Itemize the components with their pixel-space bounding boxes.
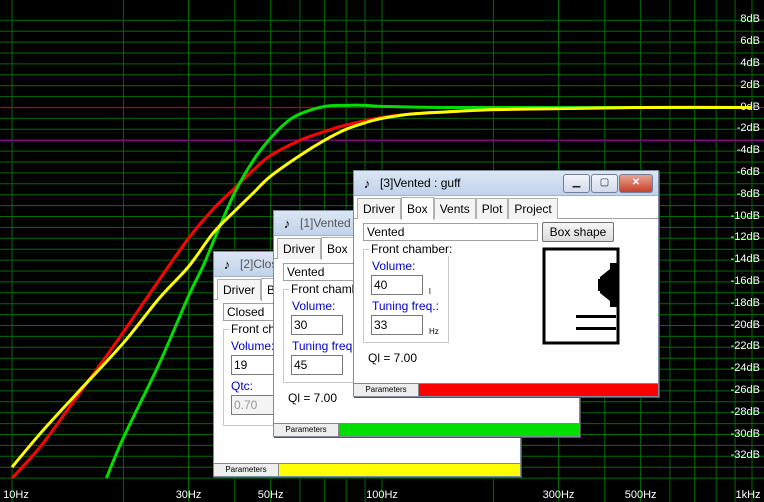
y-tick-label: -28dB: [730, 405, 760, 418]
window-title: [2]Clos: [240, 257, 278, 271]
y-tick-label: -10dB: [730, 209, 760, 222]
y-tick-label: -20dB: [730, 318, 760, 331]
tab-project[interactable]: Project: [508, 198, 558, 219]
tab-vents[interactable]: Vents: [433, 198, 476, 219]
tab-bar: Driver Box Vents Plot Project: [354, 196, 658, 220]
front-chamber-label: Front chamber:: [369, 242, 455, 256]
y-tick-label: -18dB: [730, 296, 760, 309]
y-tick-label: 8dB: [740, 13, 760, 26]
tuning-freq-input[interactable]: 33: [371, 315, 423, 335]
y-tick-label: 6dB: [740, 35, 760, 48]
x-tick-label: 100Hz: [366, 489, 398, 501]
tab-driver[interactable]: Driver: [217, 279, 261, 300]
volume-unit: l: [429, 287, 431, 296]
qtc-label: Qtc:: [231, 379, 254, 393]
volume-label: Volume:: [292, 299, 336, 313]
ql-value: Ql = 7.00: [288, 391, 338, 405]
y-tick-label: -32dB: [730, 449, 760, 462]
tab-driver[interactable]: Driver: [277, 238, 321, 259]
speaker-icon: ♪: [283, 215, 291, 231]
tuning-freq-input[interactable]: 45: [291, 355, 343, 375]
title-bar[interactable]: ♪ [3]Vented : guff ▁ ▢ ✕: [354, 171, 658, 196]
volume-label: Volume:: [231, 339, 275, 353]
y-tick-label: 2dB: [740, 78, 760, 91]
y-tick-label: -30dB: [730, 427, 760, 440]
status-bar: Parameters: [214, 463, 520, 476]
box-shape-button[interactable]: Box shape: [542, 222, 614, 242]
y-tick-label: -22dB: [730, 340, 760, 353]
window-title: [3]Vented : guff: [380, 176, 461, 190]
y-tick-label: -8dB: [736, 187, 760, 200]
tuning-freq-label: Tuning freq.:: [372, 299, 439, 313]
x-tick-label: 50Hz: [257, 489, 284, 501]
parameters-tab[interactable]: Parameters: [274, 424, 339, 436]
y-tick-label: -16dB: [730, 274, 760, 287]
y-tick-label: 4dB: [740, 56, 760, 69]
maximize-button[interactable]: ▢: [591, 173, 618, 193]
tab-driver[interactable]: Driver: [357, 198, 401, 219]
ql-value: Ql = 7.00: [368, 351, 418, 365]
minimize-button[interactable]: ▁: [563, 173, 590, 193]
volume-label: Volume:: [372, 259, 416, 273]
volume-input[interactable]: 19: [231, 355, 275, 375]
tuning-freq-label: Tuning freq.:: [292, 339, 359, 353]
y-tick-label: -26dB: [730, 383, 760, 396]
status-bar: Parameters: [354, 383, 658, 396]
y-tick-label: -24dB: [730, 362, 760, 375]
x-tick-label: 300Hz: [542, 489, 575, 501]
volume-input[interactable]: 30: [291, 315, 343, 335]
box-type-field[interactable]: Vented: [283, 263, 358, 281]
tuning-freq-unit: Hz: [429, 327, 439, 336]
box-shape-preview-icon: [542, 247, 620, 345]
front-chamber-label: Front chamb: [289, 282, 361, 296]
parameters-tab[interactable]: Parameters: [354, 384, 419, 396]
color-indicator-red: [419, 384, 658, 396]
vented-box-window-3[interactable]: ♪ [3]Vented : guff ▁ ▢ ✕ Driver Box Vent…: [353, 170, 659, 397]
volume-input[interactable]: 40: [371, 275, 423, 295]
color-indicator-green: [339, 424, 579, 436]
y-tick-label: -2dB: [736, 122, 760, 135]
tab-box[interactable]: Box: [321, 237, 354, 260]
status-bar: Parameters: [274, 423, 579, 436]
qtc-input[interactable]: 0.70: [231, 395, 275, 415]
tab-box[interactable]: Box: [401, 197, 434, 220]
y-tick-label: -6dB: [736, 165, 760, 178]
speaker-icon: ♪: [223, 256, 231, 272]
y-tick-label: -4dB: [736, 144, 760, 157]
x-tick-label: 1kHz: [735, 489, 761, 501]
x-tick-label: 10Hz: [3, 489, 29, 501]
close-button[interactable]: ✕: [619, 173, 653, 193]
tab-plot[interactable]: Plot: [475, 198, 509, 219]
y-tick-label: 0dB: [740, 100, 760, 113]
parameters-tab[interactable]: Parameters: [214, 464, 279, 476]
y-tick-label: -12dB: [730, 231, 760, 244]
y-tick-label: -14dB: [730, 253, 760, 266]
x-tick-label: 500Hz: [624, 489, 657, 501]
window-title: [1]Vented: [300, 216, 351, 230]
x-tick-label: 30Hz: [175, 489, 202, 501]
color-indicator-yellow: [279, 464, 520, 476]
speaker-icon: ♪: [363, 175, 371, 191]
window-controls: ▁ ▢ ✕: [563, 173, 653, 193]
box-type-field[interactable]: Vented: [363, 223, 538, 241]
